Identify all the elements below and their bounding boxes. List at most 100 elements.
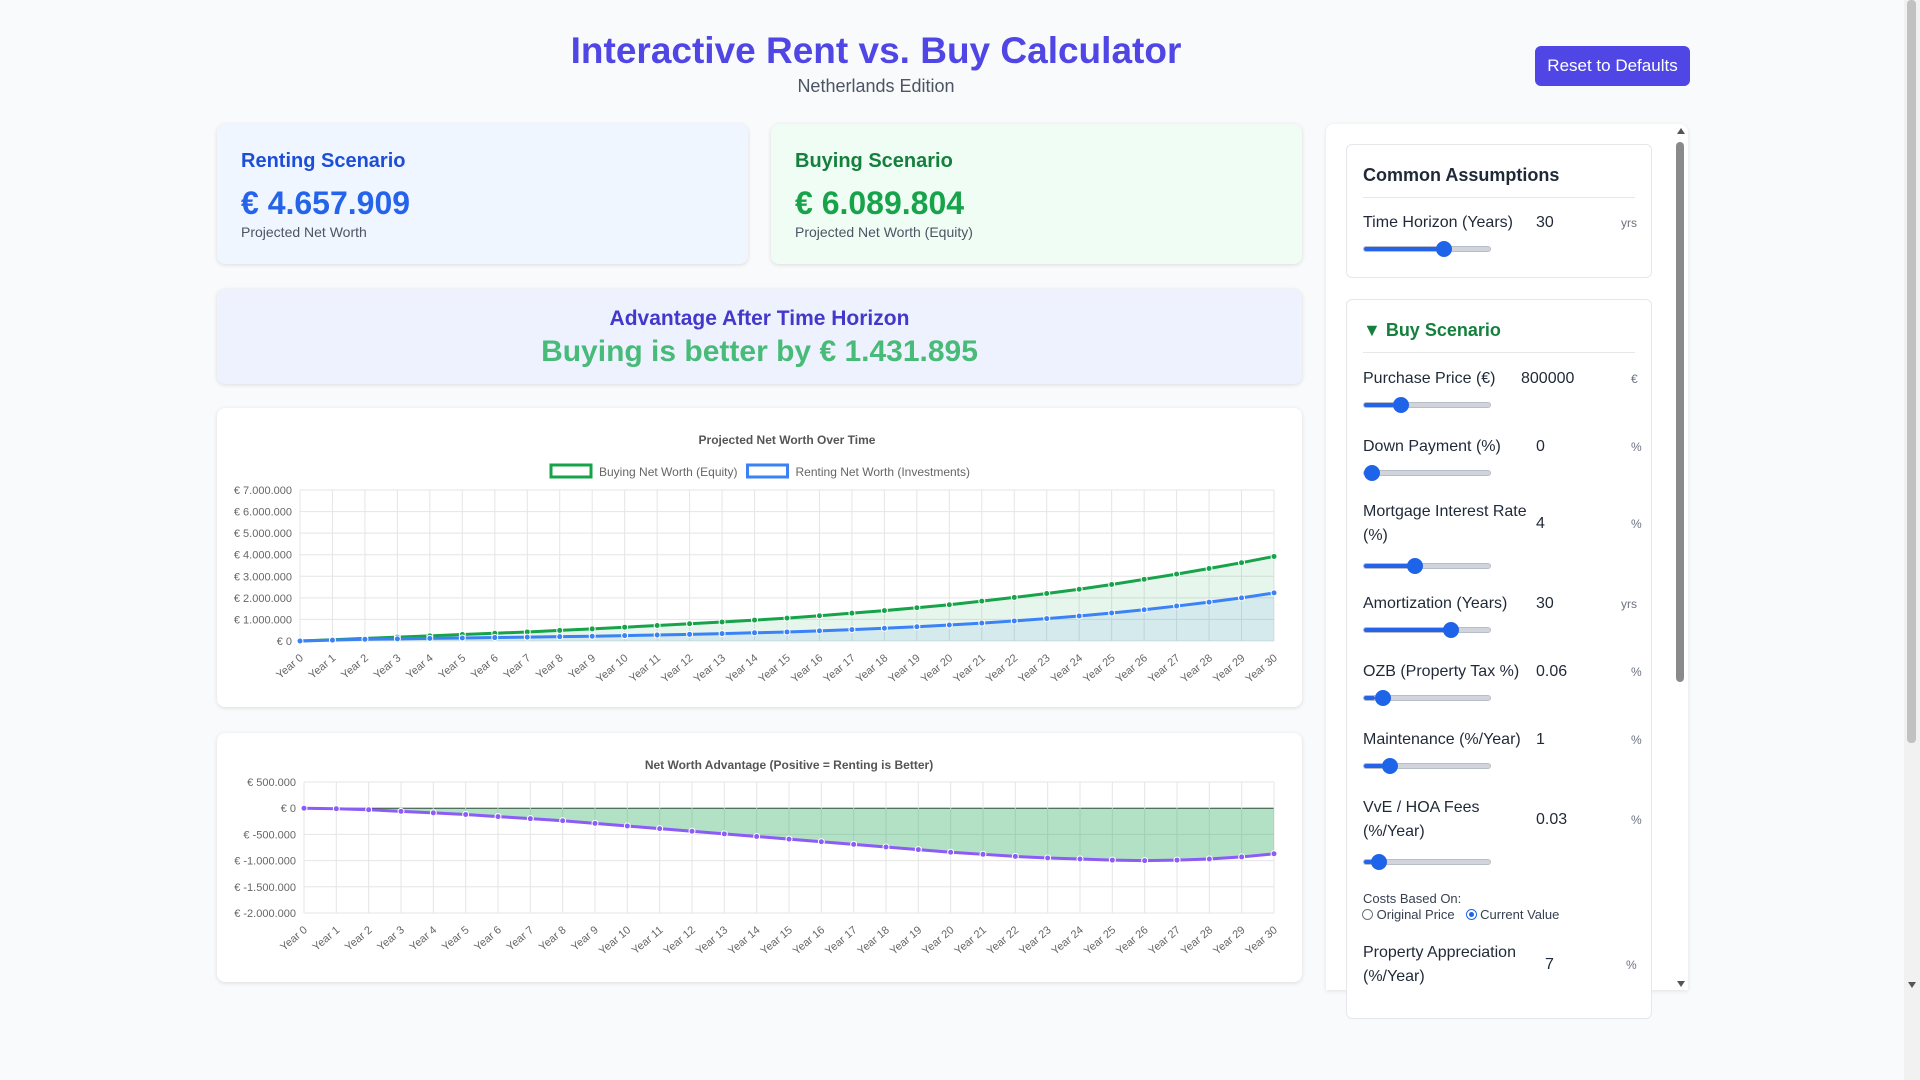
maintenance-year-slider[interactable]	[1363, 758, 1491, 774]
x-tick-label: Year 6	[472, 924, 504, 953]
ozb-property-tax-input[interactable]	[1536, 660, 1606, 684]
x-tick-label: Year 3	[375, 924, 407, 953]
data-point	[815, 612, 823, 620]
vve-hoa-fees-year-slider[interactable]	[1363, 854, 1491, 870]
data-point	[1173, 570, 1181, 578]
vve-hoa-fees-year-input[interactable]	[1536, 808, 1606, 832]
ozb-property-tax-slider[interactable]	[1363, 690, 1491, 706]
page-scrollbar-thumb[interactable]	[1907, 0, 1916, 743]
data-point	[1075, 585, 1083, 593]
page-title: Interactive Rent vs. Buy Calculator	[570, 30, 1182, 71]
data-point	[913, 623, 921, 631]
x-tick-label: Year 11	[627, 652, 663, 685]
purchase-price-slider-thumb[interactable]	[1392, 397, 1409, 413]
data-point	[751, 616, 759, 624]
data-point	[783, 628, 791, 636]
maintenance-year-slider-thumb[interactable]	[1382, 758, 1398, 774]
x-tick-label: Year 18	[854, 652, 890, 685]
down-payment-slider-thumb[interactable]	[1364, 465, 1380, 481]
data-point	[300, 804, 308, 812]
buying-scenario-title: Buying Scenario	[795, 150, 953, 172]
page-scroll-down-arrow[interactable]	[1908, 982, 1916, 988]
time-horizon-years-label: Time Horizon (Years)	[1363, 214, 1513, 231]
data-point	[882, 843, 890, 851]
time-horizon-years-slider-fill	[1364, 247, 1440, 251]
time-horizon-years-input[interactable]	[1536, 211, 1606, 235]
net-worth-chart[interactable]: Projected Net Worth Over Time € 7.000.000…	[217, 408, 1302, 707]
mortgage-interest-rate-slider[interactable]	[1363, 558, 1491, 574]
reset-to-defaults-button[interactable]: Reset to Defaults	[1535, 46, 1690, 86]
data-point	[1010, 617, 1018, 625]
x-tick-label: Year 11	[630, 924, 666, 957]
data-point	[783, 614, 791, 622]
data-point	[1238, 853, 1246, 861]
data-point	[556, 633, 564, 641]
purchase-price-input[interactable]	[1521, 367, 1591, 391]
data-point	[1108, 580, 1116, 588]
original-price-radio[interactable]	[1362, 909, 1373, 920]
time-horizon-years-slider[interactable]	[1363, 241, 1491, 257]
data-point	[365, 806, 373, 814]
maintenance-year-label: Maintenance (%/Year)	[1363, 731, 1521, 748]
advantage-chart[interactable]: Net Worth Advantage (Positive = Renting …	[217, 733, 1302, 982]
data-point	[1141, 857, 1149, 865]
ozb-property-tax-slider-fill	[1364, 696, 1376, 700]
maintenance-year-input[interactable]	[1536, 728, 1606, 752]
data-point	[623, 822, 631, 830]
buy-scenario-toggle[interactable]: ▼ Buy Scenario	[1363, 320, 1501, 341]
chart-title: Projected Net Worth Over Time	[699, 433, 876, 447]
data-point	[688, 827, 696, 835]
x-tick-label: Year 26	[1114, 652, 1150, 685]
property-appreciation-input[interactable]	[1545, 953, 1615, 977]
sidebar-scrollbar-thumb[interactable]	[1676, 142, 1684, 682]
buying-net-worth-value: € 6.089.804	[795, 185, 965, 221]
data-point	[328, 636, 336, 644]
x-tick-label: Year 18	[855, 924, 891, 957]
x-tick-label: Year 5	[436, 652, 468, 681]
x-tick-label: Year 23	[1016, 652, 1052, 685]
x-tick-label: Year 14	[726, 924, 762, 957]
data-point	[588, 625, 596, 633]
x-tick-label: Year 26	[1114, 924, 1150, 957]
purchase-price-slider[interactable]	[1363, 397, 1491, 413]
x-tick-label: Year 20	[919, 652, 955, 685]
x-tick-label: Year 9	[569, 924, 601, 953]
maintenance-year-unit: %	[1631, 733, 1642, 747]
sidebar-scroll-down-arrow[interactable]	[1677, 981, 1685, 987]
data-point	[1108, 609, 1116, 617]
x-tick-label: Year 27	[1146, 924, 1182, 957]
down-payment-slider[interactable]	[1363, 465, 1491, 481]
data-point	[880, 624, 888, 632]
sidebar-scroll-up-arrow[interactable]	[1677, 128, 1685, 134]
current-value-radio[interactable]	[1465, 909, 1477, 920]
data-point	[1238, 559, 1246, 567]
x-tick-label: Year 17	[823, 924, 859, 957]
x-tick-label: Year 7	[504, 924, 536, 953]
purchase-price-unit: €	[1631, 372, 1638, 386]
data-point	[753, 832, 761, 840]
down-payment-input[interactable]	[1536, 435, 1606, 459]
data-point	[1108, 856, 1116, 864]
property-appreciation-label: Property Appreciation (%/Year)	[1363, 944, 1516, 985]
amortization-years-slider[interactable]	[1363, 622, 1491, 638]
data-point	[978, 619, 986, 627]
data-point	[945, 601, 953, 609]
advantage-panel: Advantage After Time Horizon Buying is b…	[217, 289, 1302, 384]
ozb-property-tax-slider-thumb[interactable]	[1374, 690, 1391, 706]
x-tick-label: Year 19	[888, 924, 924, 957]
x-tick-label: Year 10	[594, 652, 630, 685]
amortization-years-input[interactable]	[1536, 592, 1606, 616]
original-price-label[interactable]: Original Price	[1377, 907, 1455, 922]
buying-scenario-card: Buying Scenario € 6.089.804 Projected Ne…	[771, 124, 1302, 264]
current-value-label[interactable]: Current Value	[1480, 907, 1559, 922]
data-point	[361, 635, 369, 643]
data-point	[785, 835, 793, 843]
time-horizon-years-slider-thumb[interactable]	[1436, 241, 1452, 257]
y-tick-label: € 1.000.000	[234, 614, 292, 626]
renting-scenario-title: Renting Scenario	[241, 150, 406, 172]
x-tick-label: Year 7	[501, 652, 533, 681]
legend-label: Buying Net Worth (Equity)	[599, 465, 738, 479]
mortgage-interest-rate-input[interactable]	[1536, 512, 1606, 536]
common-assumptions-title: Common Assumptions	[1363, 165, 1560, 185]
data-point	[656, 825, 664, 833]
